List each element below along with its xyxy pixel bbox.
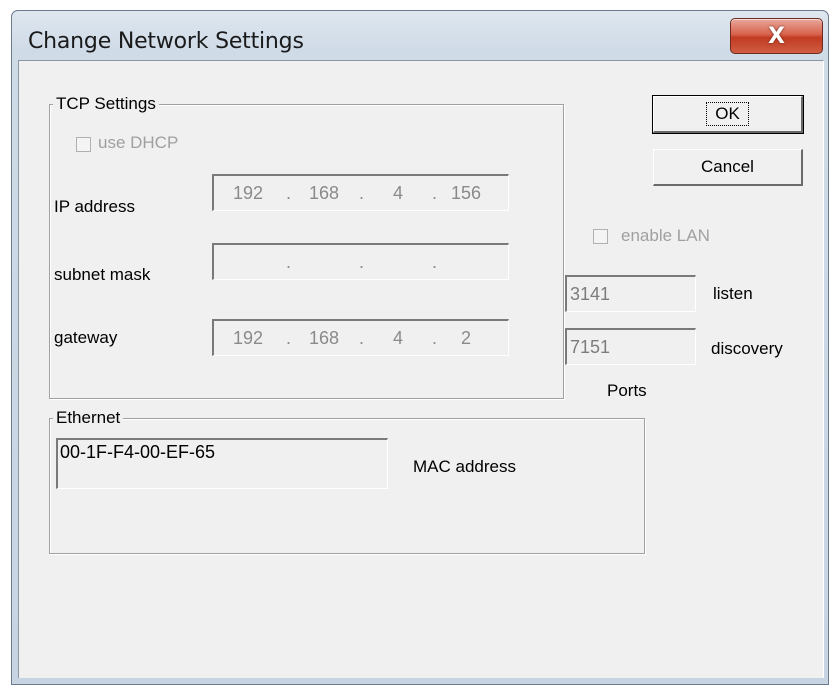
subnet-octet-1 [224, 245, 272, 279]
discovery-port-value: 7151 [570, 336, 611, 357]
ip-octet-3: 4 [392, 182, 403, 203]
title-bar[interactable]: Change Network Settings X [11, 10, 829, 60]
cancel-button[interactable]: Cancel [653, 149, 803, 186]
subnet-octet-2 [300, 245, 348, 279]
subnet-octet-3 [374, 245, 422, 279]
ip-separator: . [359, 327, 365, 348]
mac-address-value: 00-1F-F4-00-EF-65 [60, 442, 216, 462]
listen-label: listen [713, 284, 753, 303]
ip-address-input[interactable]: 192 . 168 . 4 . 156 [212, 174, 509, 211]
gateway-input[interactable]: 192 . 168 . 4 . 2 [212, 319, 509, 356]
ip-octet-4: 156 [450, 182, 482, 203]
listen-port-value: 3141 [570, 283, 611, 304]
ok-button-label: OK [706, 102, 749, 126]
enable-lan-checkbox[interactable] [593, 229, 608, 244]
use-dhcp-label: use DHCP [98, 133, 179, 152]
gateway-octet-4: 2 [460, 327, 471, 348]
gateway-octet-3: 4 [392, 327, 403, 348]
gateway-octet-2: 168 [308, 327, 340, 348]
window-title: Change Network Settings [28, 29, 304, 54]
close-button[interactable]: X [730, 18, 823, 54]
ports-label: Ports [607, 381, 647, 400]
ok-button[interactable]: OK [652, 95, 804, 134]
ip-separator: . [359, 251, 365, 272]
ip-separator: . [359, 182, 365, 203]
ip-separator: . [432, 327, 438, 348]
mac-address-input[interactable]: 00-1F-F4-00-EF-65 [56, 438, 388, 489]
ip-separator: . [286, 327, 292, 348]
ethernet-title: Ethernet [53, 408, 124, 428]
ip-address-label: IP address [54, 197, 135, 216]
use-dhcp-checkbox[interactable] [76, 137, 91, 152]
ip-octet-1: 192 [232, 182, 264, 203]
discovery-label: discovery [711, 339, 783, 358]
gateway-label: gateway [54, 328, 118, 347]
ip-separator: . [432, 182, 438, 203]
ip-separator: . [432, 251, 438, 272]
subnet-mask-input[interactable]: . . . [212, 243, 509, 280]
close-icon: X [768, 23, 785, 49]
discovery-port-input[interactable]: 7151 [565, 328, 696, 365]
gateway-octet-1: 192 [232, 327, 264, 348]
ip-separator: . [286, 251, 292, 272]
ip-octet-2: 168 [308, 182, 340, 203]
enable-lan-label: enable LAN [621, 226, 710, 245]
cancel-button-label: Cancel [701, 157, 754, 176]
ip-separator: . [286, 182, 292, 203]
mac-address-label: MAC address [413, 457, 516, 476]
tcp-settings-title: TCP Settings [53, 94, 159, 114]
subnet-mask-label: subnet mask [54, 265, 151, 284]
subnet-octet-4 [442, 245, 490, 279]
listen-port-input[interactable]: 3141 [565, 275, 696, 312]
